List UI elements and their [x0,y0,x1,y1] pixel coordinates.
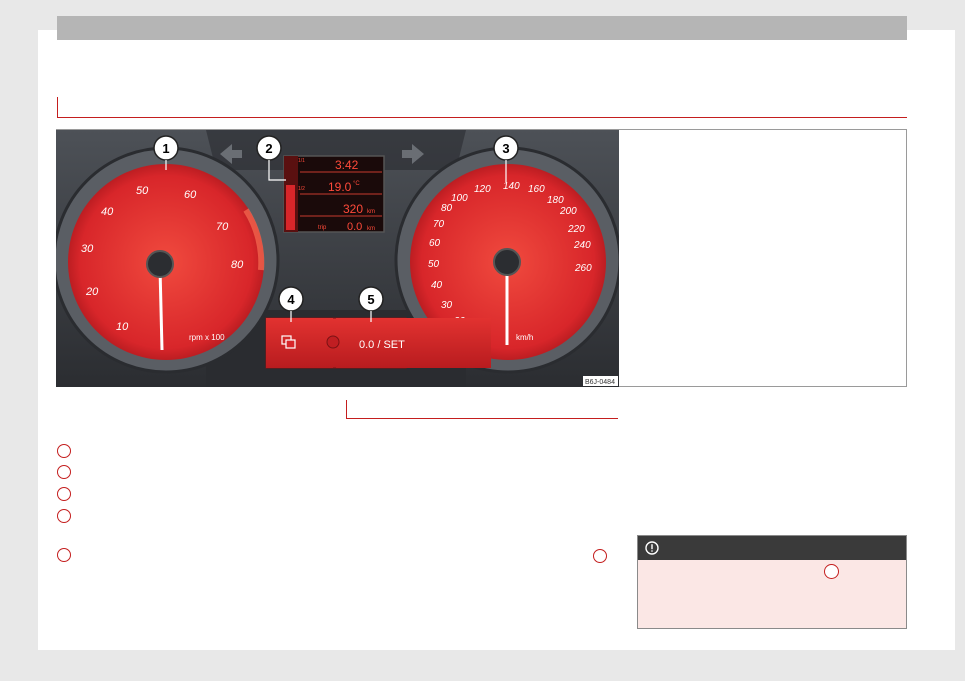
button-knob[interactable] [326,335,340,349]
display-temperature-unit: °C [353,181,360,187]
legend-marker-2 [57,465,71,479]
speed-unit: km/h [516,333,533,342]
display-trip-unit: km [367,226,375,232]
tach-label-20: 20 [85,286,99,298]
menu-button[interactable] [266,318,333,368]
callout-5-label: 5 [367,292,374,307]
figure-id: B6J-0484 [585,379,615,386]
caution-box [637,535,907,629]
tach-label-80: 80 [231,259,244,271]
speed-label-260: 260 [574,263,592,274]
display-odometer: 320 [343,202,363,216]
speed-label-30: 30 [441,300,453,311]
speed-label-140: 140 [503,181,520,192]
tach-label-30: 30 [81,243,94,255]
speed-label-180: 180 [547,195,564,206]
exclamation-circle-icon [645,541,659,555]
tach-label-10: 10 [116,321,129,333]
caution-header [638,536,906,560]
callout-2-label: 2 [265,141,272,156]
speed-label-80: 80 [441,203,453,214]
legend-marker-1 [57,444,71,458]
speed-label-120: 120 [474,184,491,195]
figure-caption-tick [346,400,347,418]
tach-label-60: 60 [184,189,197,201]
speed-label-70: 70 [433,219,445,230]
figure-caption-rule [346,418,618,419]
legend-marker-5 [57,548,71,562]
speed-hub [493,248,521,276]
reset-button-label: 0.0 / SET [359,339,405,351]
display-trip: 0.0 [347,221,362,233]
display-time: 3:42 [335,158,359,172]
tach-unit: rpm x 100 [189,333,225,342]
section-tick [57,97,58,117]
reset-button-area[interactable] [406,318,491,368]
legend-marker-reference [593,549,607,563]
caution-marker [824,564,839,579]
tach-label-70: 70 [216,221,229,233]
callout-1-label: 1 [162,141,169,156]
display-trip-label: trip [318,225,327,231]
speed-label-60: 60 [429,238,441,249]
tach-label-50: 50 [136,185,149,197]
speed-label-200: 200 [559,206,577,217]
section-rule [57,117,907,118]
instrument-cluster: 10 20 30 40 50 60 70 80 rpm x 100 10 20 … [56,130,619,387]
callout-3-label: 3 [502,141,509,156]
speed-label-220: 220 [567,224,585,235]
speed-label-100: 100 [451,193,468,204]
fuel-half-label: 1/2 [298,186,305,192]
tach-hub [146,250,174,278]
speed-label-50: 50 [428,259,440,270]
speed-label-240: 240 [573,240,591,251]
speed-label-160: 160 [528,184,545,195]
callout-4-label: 4 [287,292,295,307]
fuel-gauge [286,185,295,230]
legend-marker-3 [57,487,71,501]
fuel-full-label: 1/1 [298,158,305,164]
speed-label-40: 40 [431,280,443,291]
tach-label-40: 40 [101,206,114,218]
legend-marker-4 [57,509,71,523]
tach-needle [158,267,164,351]
display-odometer-unit: km [367,209,375,215]
display-temperature: 19.0 [328,180,352,194]
header-bar [57,16,907,40]
